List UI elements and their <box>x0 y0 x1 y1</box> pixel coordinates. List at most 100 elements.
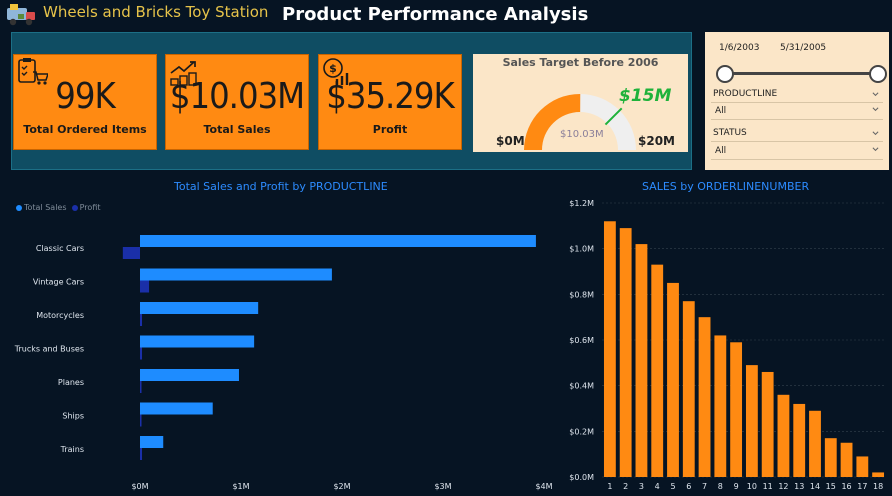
category-label: Planes <box>58 378 84 387</box>
sales-profit-bar-chart: Classic Cars Vintage Cars Motorcycles Truck… <box>14 235 553 491</box>
category-label: Ships <box>62 412 84 421</box>
x-tick-label: 17 <box>857 482 867 491</box>
chevron-down-icon <box>872 107 879 112</box>
y-tick-label: $0.6M <box>569 336 594 345</box>
orderline-bar <box>777 394 790 477</box>
gauge-value-arc <box>524 94 581 150</box>
y-tick-label: $1.0M <box>569 245 594 254</box>
x-tick-label: 6 <box>686 482 691 491</box>
sales-target-gauge-card[interactable]: Sales Target Before 2006 $0M $20M $10.03… <box>473 54 688 152</box>
productline-selected-value: All <box>715 106 727 116</box>
x-tick-label: 5 <box>670 482 675 491</box>
date-slider-start-handle[interactable] <box>716 65 734 83</box>
orderline-bar <box>809 410 821 477</box>
orderline-bar <box>682 301 695 477</box>
toy-truck-logo-icon <box>7 4 35 26</box>
kpi-label: Total Sales <box>203 123 271 136</box>
profit-bar <box>140 414 142 427</box>
sales-bar <box>140 436 164 448</box>
chart-title-sales-profit: Total Sales and Profit by PRODUCTLINE <box>174 180 388 193</box>
x-tick-label: 1 <box>607 482 612 491</box>
sales-bar <box>140 369 239 381</box>
filter-panel: 1/6/2003 5/31/2005 PRODUCTLINE All STATU… <box>705 32 889 170</box>
orderline-bar <box>872 472 885 477</box>
orderline-bar <box>745 365 758 477</box>
kpi-value: $10.03M <box>169 76 305 117</box>
x-tick-label: 11 <box>763 482 773 491</box>
x-tick-label: $1M <box>232 482 249 491</box>
category-label: Vintage Cars <box>33 278 84 287</box>
orderline-bar <box>651 264 664 477</box>
legend-sales-label: Total Sales <box>24 203 67 212</box>
gauge-min-label: $0M <box>496 134 525 148</box>
kpi-label: Profit <box>372 123 408 136</box>
sales-by-orderline-chart: $0.0M$0.2M$0.4M$0.6M$0.8M$1.0M$1.2M1 2 3 4 5… <box>569 199 886 491</box>
chevron-down-icon[interactable] <box>872 130 879 137</box>
sales-bar <box>140 235 536 247</box>
x-tick-label: 9 <box>734 482 739 491</box>
orderline-bar <box>761 371 774 477</box>
category-label: Classic Cars <box>36 244 84 253</box>
date-slider-track[interactable] <box>725 72 877 75</box>
chart-legend: Total Sales Profit <box>16 203 101 212</box>
date-slider-end-handle[interactable] <box>869 65 887 83</box>
profit-bar <box>122 247 140 259</box>
gauge-value-label: $10.03M <box>560 129 604 140</box>
orderline-bar <box>619 228 632 477</box>
kpi-value: $35.29K <box>326 76 455 117</box>
page-title: Product Performance Analysis <box>282 4 589 25</box>
kpi-card-profit[interactable]: $ $35.29K Profit <box>318 54 462 150</box>
kpi-card-ordered-items[interactable]: 99K Total Ordered Items <box>13 54 157 150</box>
x-tick-label: $2M <box>333 482 350 491</box>
category-label: Trains <box>60 445 84 454</box>
svg-text:$: $ <box>329 62 337 75</box>
kpi-label: Total Ordered Items <box>23 123 147 136</box>
x-tick-label: 7 <box>702 482 707 491</box>
x-tick-label: 8 <box>718 482 723 491</box>
legend-dot-profit <box>71 204 78 211</box>
gauge-target-label: $15M <box>619 86 672 106</box>
x-tick-label: 13 <box>794 482 804 491</box>
x-tick-label: 16 <box>841 482 851 491</box>
status-filter-label: STATUS <box>713 128 747 138</box>
x-tick-label: 14 <box>810 482 820 491</box>
y-tick-label: $1.2M <box>569 199 594 208</box>
orderline-bar <box>856 456 869 477</box>
x-tick-label: 3 <box>639 482 644 491</box>
kpi-value: 99K <box>55 76 115 117</box>
x-tick-label: $4M <box>535 482 552 491</box>
y-tick-label: $0.4M <box>569 382 594 391</box>
x-tick-label: 15 <box>826 482 836 491</box>
orderline-bar <box>793 403 806 477</box>
status-selected-value: All <box>715 146 727 156</box>
sales-bar <box>140 302 259 314</box>
legend-dot-sales <box>16 204 22 211</box>
chevron-down-icon[interactable] <box>872 91 879 98</box>
category-label: Trucks and Buses <box>14 345 84 354</box>
y-tick-label: $0.2M <box>569 427 594 436</box>
kpi-card-total-sales[interactable]: $10.03M Total Sales <box>165 54 309 150</box>
productline-select[interactable]: All <box>711 104 883 120</box>
orderline-bar <box>714 335 727 477</box>
status-select[interactable]: All <box>711 144 883 160</box>
profit-bar <box>140 314 143 326</box>
orderline-bar <box>635 244 648 477</box>
chart-title-orderline: SALES by ORDERLINENUMBER <box>642 180 810 193</box>
orderline-bar <box>667 282 679 477</box>
date-start[interactable]: 1/6/2003 <box>719 43 759 53</box>
app-title: Wheels and Bricks Toy Station <box>43 3 269 21</box>
profit-bar <box>140 448 143 460</box>
orderline-bar <box>603 221 616 477</box>
orderline-bar <box>824 438 837 477</box>
date-end[interactable]: 5/31/2005 <box>780 43 826 53</box>
profit-bar <box>140 381 142 393</box>
y-tick-label: $0.0M <box>569 473 594 482</box>
sales-bar <box>140 268 332 281</box>
legend-profit-label: Profit <box>79 203 101 212</box>
productline-filter-label: PRODUCTLINE <box>713 89 778 99</box>
orderline-bar <box>730 342 743 477</box>
x-tick-label: $3M <box>434 482 451 491</box>
x-tick-label: 12 <box>778 482 788 491</box>
sales-bar <box>140 335 255 348</box>
x-tick-label: 2 <box>623 482 628 491</box>
